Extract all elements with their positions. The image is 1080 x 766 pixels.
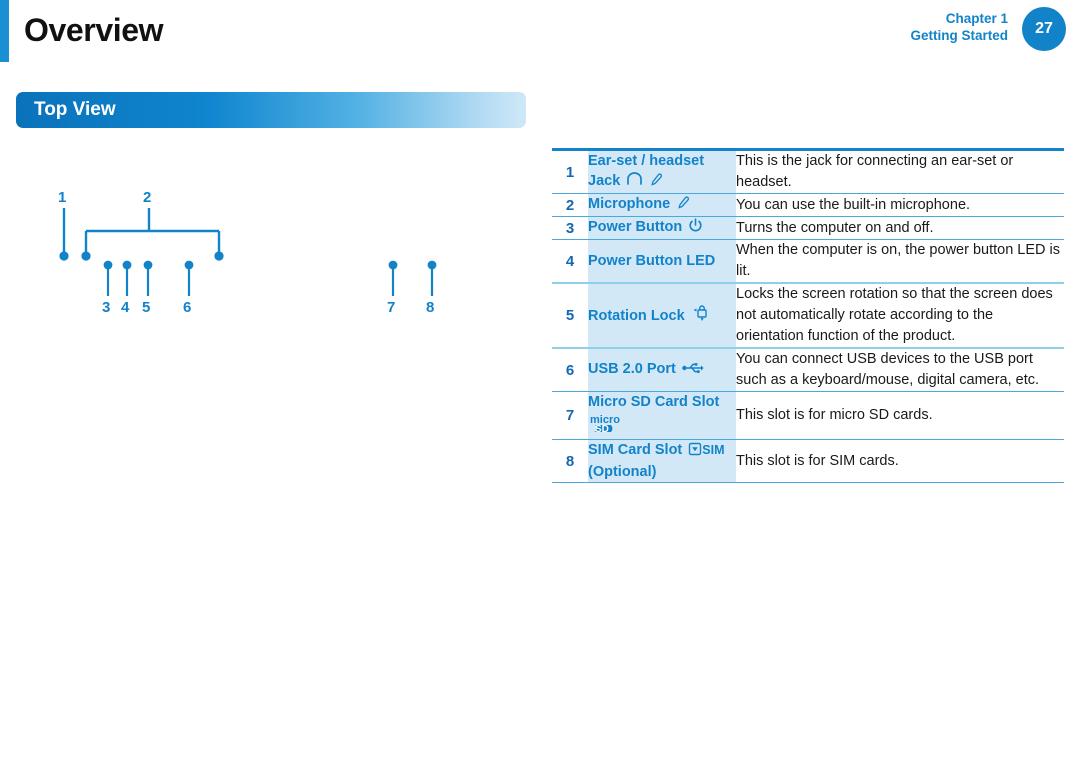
row-label: Rotation Lock (588, 283, 736, 348)
usb-icon (682, 361, 704, 381)
row-label: USB 2.0 Port (588, 348, 736, 392)
row-label-text: Micro SD Card Slot (588, 394, 720, 410)
row-number: 8 (552, 439, 588, 483)
row-label-text-line2: Jack (588, 173, 621, 189)
row-label: Microphone (588, 193, 736, 217)
table-row: 4 Power Button LED When the computer is … (552, 239, 1064, 283)
section-banner: Top View (16, 92, 526, 128)
page-number-badge: 27 (1022, 7, 1066, 51)
row-label: SIM Card Slot SIM (Optional) (588, 439, 736, 483)
table-row: 2 Microphone You can use the built-in mi… (552, 193, 1064, 217)
row-number: 5 (552, 283, 588, 348)
row-description: Locks the screen rotation so that the sc… (736, 283, 1064, 348)
table-row: 3 Power Button Turns the computer on and… (552, 216, 1064, 240)
row-number: 2 (552, 193, 588, 217)
row-label-text: SIM Card Slot (588, 442, 683, 458)
sim-icon-text: SIM (702, 443, 725, 457)
component-spec-table: 1 Ear-set / headset Jack This is the jac… (552, 148, 1064, 483)
chapter-indicator: Chapter 1 Getting Started (910, 10, 1008, 44)
row-description: This slot is for SIM cards. (736, 439, 1064, 483)
row-label-text-line2: (Optional) (588, 464, 657, 480)
row-label-text: Power Button (588, 219, 683, 235)
row-number: 7 (552, 391, 588, 440)
callout-label-4: 4 (121, 299, 130, 316)
table-row: 6 USB 2.0 Port You can connect USB devic… (552, 348, 1064, 392)
row-description: You can connect USB devices to the USB p… (736, 348, 1064, 392)
row-label: Power Button (588, 216, 736, 240)
row-description: When the computer is on, the power butto… (736, 239, 1064, 283)
page-title: Overview (24, 12, 164, 48)
microphone-icon (649, 172, 663, 193)
table-row: 7 Micro SD Card Slot micro SD This slot … (552, 391, 1064, 440)
headphone-icon (626, 172, 643, 193)
callout-label-1: 1 (58, 189, 67, 206)
microphone-icon (676, 195, 690, 216)
top-view-callout-diagram: 1 2 3 4 5 6 7 8 (0, 150, 545, 380)
svg-text:SD: SD (595, 424, 609, 433)
microsd-logo-icon: micro SD (590, 413, 736, 439)
section-banner-label: Top View (34, 99, 116, 120)
page-header: Overview Chapter 1 Getting Started 27 (0, 0, 1080, 62)
chapter-number-label: Chapter 1 (945, 11, 1008, 26)
table-row: 1 Ear-set / headset Jack This is the jac… (552, 149, 1064, 194)
callout-label-6: 6 (183, 299, 192, 316)
row-label-text: Rotation Lock (588, 308, 685, 324)
table-row: 8 SIM Card Slot SIM (Optional) This slot… (552, 439, 1064, 483)
sim-card-icon (688, 442, 702, 462)
row-number: 6 (552, 348, 588, 392)
row-label-text: Power Button LED (588, 253, 716, 269)
row-label-text: USB 2.0 Port (588, 361, 676, 377)
row-label: Ear-set / headset Jack (588, 149, 736, 194)
callout-lines-svg (59, 208, 437, 296)
callout-label-7: 7 (387, 299, 396, 316)
callout-label-8: 8 (426, 299, 435, 316)
row-label-text: Microphone (588, 196, 671, 212)
header-accent-bar (0, 0, 9, 62)
rotation-lock-icon (691, 303, 711, 328)
row-label: Micro SD Card Slot micro SD (588, 391, 736, 440)
callout-label-3: 3 (102, 299, 111, 316)
row-number: 4 (552, 239, 588, 283)
chapter-name-label: Getting Started (910, 28, 1008, 43)
table-row: 5 Rotation Lock Locks the screen rotatio… (552, 283, 1064, 348)
power-icon (688, 218, 703, 239)
row-description: You can use the built-in microphone. (736, 193, 1064, 217)
row-number: 3 (552, 216, 588, 240)
row-description: This slot is for micro SD cards. (736, 391, 1064, 440)
callout-label-5: 5 (142, 299, 151, 316)
row-number: 1 (552, 149, 588, 194)
row-label-text: Ear-set / headset (588, 153, 705, 169)
row-description: This is the jack for connecting an ear-s… (736, 149, 1064, 194)
callout-label-2: 2 (143, 189, 152, 206)
row-label: Power Button LED (588, 239, 736, 283)
row-description: Turns the computer on and off. (736, 216, 1064, 240)
